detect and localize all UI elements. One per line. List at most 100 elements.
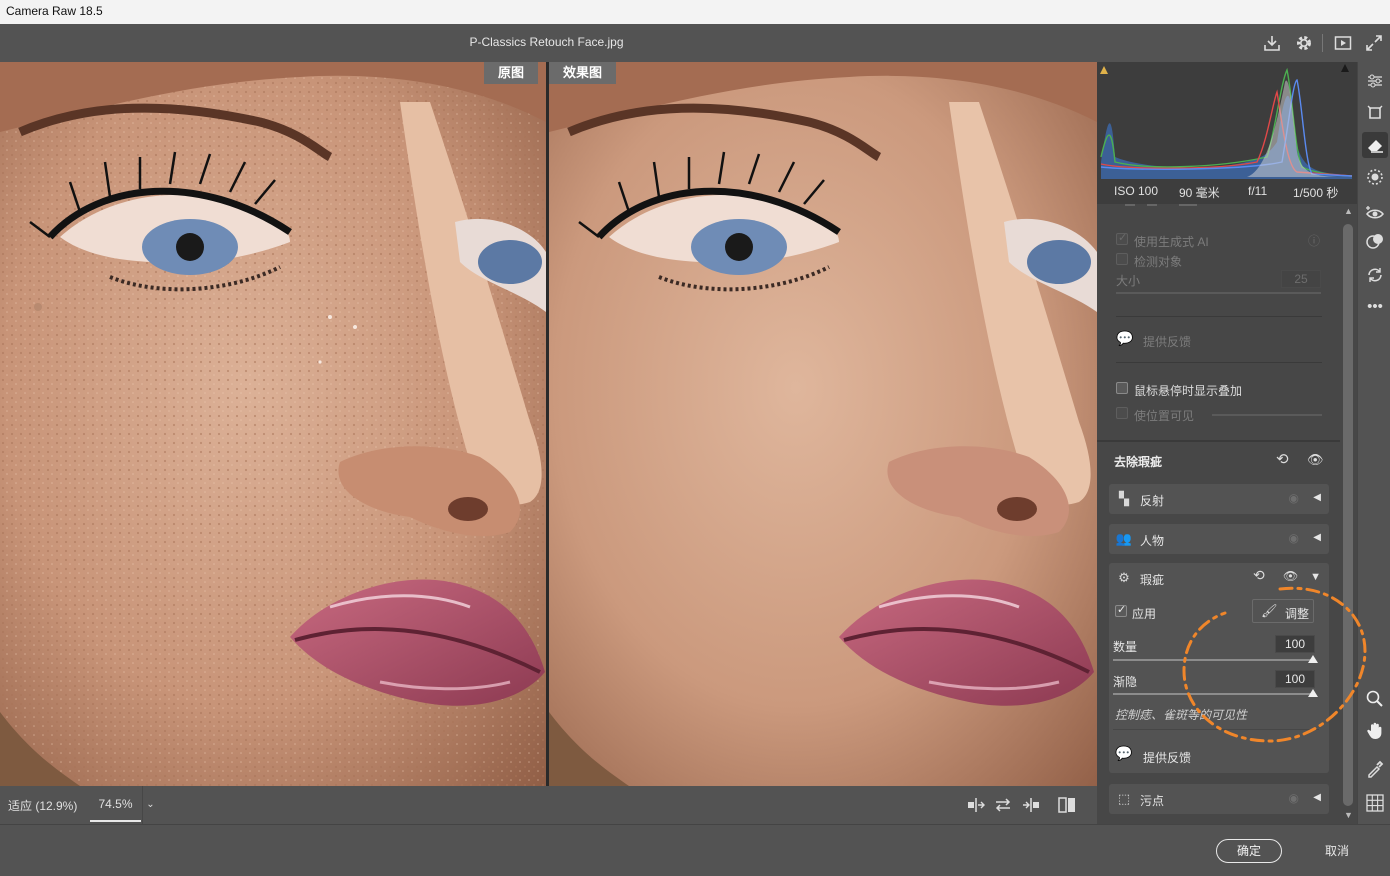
fade-label: 渐隐: [1113, 675, 1138, 689]
separator: [1116, 316, 1322, 317]
gear-icon[interactable]: [1294, 33, 1314, 53]
amount-label: 数量: [1113, 640, 1138, 654]
dust-label: 污点: [1140, 794, 1165, 808]
copy-settings-icon[interactable]: [1021, 795, 1041, 815]
mask-icon[interactable]: [1362, 164, 1388, 190]
brush-icon: 🖌: [1261, 603, 1278, 618]
apply-checkbox[interactable]: [1115, 603, 1127, 617]
use-ai-label: 使用生成式 AI: [1134, 235, 1209, 249]
zoom-fit-button[interactable]: 适应 (12.9%): [8, 797, 77, 814]
exif-bar: ISO 100 90 毫米 f/11 1/500 秒: [1097, 180, 1357, 204]
expand-down-icon[interactable]: ▼: [1310, 571, 1321, 583]
use-ai-row[interactable]: 使用生成式 AI ⓘ: [1097, 231, 1340, 250]
edit-sliders-icon[interactable]: [1362, 68, 1388, 94]
expand-left-icon[interactable]: ◀: [1313, 532, 1321, 543]
hand-icon[interactable]: [1362, 718, 1388, 744]
remove-panel: 使用生成式 AI ⓘ 检测对象 大小 25 💬 提供反馈 鼠标悬停时显示叠加 使…: [1097, 204, 1340, 824]
fade-slider-thumb[interactable]: [1308, 689, 1318, 697]
crop-icon[interactable]: [1362, 100, 1388, 126]
size-row[interactable]: 大小 25: [1097, 270, 1340, 294]
swap-icon[interactable]: [993, 795, 1013, 815]
expand-left-icon[interactable]: ◀: [1313, 492, 1321, 503]
info-icon[interactable]: ⓘ: [1308, 232, 1320, 249]
panel-top-partial: [1097, 204, 1340, 214]
size-label: 大小: [1116, 274, 1141, 288]
hover-overlay-row[interactable]: 鼠标悬停时显示叠加: [1097, 381, 1340, 399]
fullscreen-icon[interactable]: [1364, 33, 1384, 53]
chevron-down-icon[interactable]: ⌄: [142, 786, 158, 824]
reset-icon[interactable]: ⟲: [1253, 567, 1265, 584]
image-viewer[interactable]: 原图 效果图: [0, 62, 1097, 786]
ok-button[interactable]: 确定: [1216, 839, 1282, 863]
eraser-icon[interactable]: [1362, 132, 1388, 158]
amount-slider[interactable]: [1113, 659, 1313, 661]
fade-value[interactable]: 100: [1275, 670, 1315, 688]
window-title: Camera Raw 18.5: [0, 0, 1390, 24]
visualize-checkbox[interactable]: [1116, 407, 1128, 419]
people-section[interactable]: 👥 人物 ◉ ◀: [1109, 524, 1329, 554]
color-sampler-icon[interactable]: [1362, 756, 1388, 782]
viewer-bottom-bar: 适应 (12.9%) 74.5% ⌄: [0, 786, 1097, 824]
panel-scrollbar[interactable]: ▲ ▼: [1340, 204, 1357, 824]
detect-objects-checkbox[interactable]: [1116, 253, 1128, 265]
size-value[interactable]: 25: [1281, 270, 1321, 288]
cancel-button[interactable]: 取消: [1312, 839, 1362, 863]
detect-objects-label: 检测对象: [1134, 255, 1183, 269]
after-image-pane[interactable]: 效果图: [549, 62, 1097, 786]
blemish-label: 瑕疵: [1140, 573, 1165, 587]
eye-icon[interactable]: 👁: [1307, 452, 1324, 468]
eye-icon[interactable]: 👁: [1283, 569, 1298, 583]
grid-icon[interactable]: [1362, 790, 1388, 816]
reflection-label: 反射: [1140, 494, 1165, 508]
fade-slider[interactable]: [1113, 693, 1313, 695]
aperture: f/11: [1248, 184, 1268, 198]
visualize-label: 使位置可见: [1134, 409, 1195, 423]
file-name: P-Classics Retouch Face.jpg: [469, 35, 624, 49]
eye-icon[interactable]: ◉: [1289, 531, 1299, 545]
hover-overlay-checkbox[interactable]: [1116, 382, 1128, 394]
reflection-section[interactable]: ▚ 反射 ◉ ◀: [1109, 484, 1329, 514]
more-icon[interactable]: •••: [1362, 294, 1388, 320]
detect-objects-row[interactable]: 检测对象: [1097, 252, 1340, 270]
scrollbar-thumb[interactable]: [1343, 224, 1353, 806]
redeye-icon[interactable]: [1362, 200, 1388, 226]
reset-icon[interactable]: ⟲: [1276, 450, 1289, 468]
size-slider[interactable]: [1116, 292, 1321, 294]
visualize-row[interactable]: 使位置可见: [1097, 406, 1340, 424]
amount-slider-thumb[interactable]: [1308, 655, 1318, 663]
separator: [1113, 729, 1319, 730]
after-label: 效果图: [549, 62, 617, 84]
feedback-label[interactable]: 提供反馈: [1143, 749, 1191, 766]
section-divider: [1097, 440, 1340, 442]
compare-cycle-icon[interactable]: [966, 795, 986, 815]
feedback-row-1[interactable]: 💬 提供反馈: [1097, 330, 1340, 350]
distraction-title: 去除瑕疵: [1114, 455, 1163, 469]
eye-icon[interactable]: ◉: [1289, 491, 1299, 505]
iso-value: ISO 100: [1114, 184, 1159, 198]
eye-icon[interactable]: ◉: [1289, 791, 1299, 805]
save-icon[interactable]: [1262, 33, 1282, 53]
feedback-icon: 💬: [1116, 330, 1134, 346]
adjust-button[interactable]: 🖌 调整: [1252, 599, 1314, 623]
presets-icon[interactable]: [1362, 228, 1388, 254]
people-icon: 👥: [1115, 531, 1133, 546]
dust-section[interactable]: ⬚ 污点 ◉ ◀: [1109, 784, 1329, 814]
before-image-pane[interactable]: 原图: [0, 62, 546, 786]
visualize-slider[interactable]: [1212, 414, 1322, 416]
toolbar-divider: [1322, 34, 1323, 52]
feedback-label: 提供反馈: [1143, 335, 1192, 349]
zoom-icon[interactable]: [1362, 686, 1388, 712]
amount-value[interactable]: 100: [1275, 635, 1315, 653]
blemish-section: ⚙ 瑕疵 ⟲ 👁 ▼ 应用 🖌 调整 数量 100 渐隐 100 控制痣、雀斑等…: [1109, 563, 1329, 773]
zoom-level[interactable]: 74.5%: [90, 786, 141, 822]
before-after-toggle-icon[interactable]: [1057, 795, 1077, 815]
expand-left-icon[interactable]: ◀: [1313, 792, 1321, 803]
after-photo: [549, 62, 1097, 786]
shutter-speed: 1/500 秒: [1293, 186, 1339, 200]
use-ai-checkbox[interactable]: [1116, 231, 1128, 245]
hint-text: 控制痣、雀斑等的可见性: [1115, 708, 1248, 722]
slideshow-icon[interactable]: [1333, 33, 1353, 53]
scroll-down-icon[interactable]: ▼: [1343, 810, 1354, 820]
snapshot-icon[interactable]: [1362, 262, 1388, 288]
scroll-up-icon[interactable]: ▲: [1343, 206, 1354, 216]
